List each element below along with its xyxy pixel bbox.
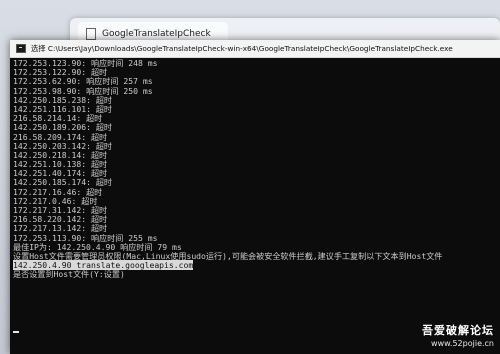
console-titlebar[interactable]: 选择 C:\Users\Jay\Downloads\GoogleTranslat… [10,40,500,58]
prompt-line: 是否设置到Host文件(Y:设置) [13,269,125,280]
console-window[interactable]: 选择 C:\Users\Jay\Downloads\GoogleTranslat… [10,40,500,354]
watermark-url: www.52pojie.cn [431,339,494,348]
document-icon [86,28,96,40]
watermark-title: 吾爱破解论坛 [422,324,494,337]
terminal-icon [16,44,26,53]
console-output[interactable]: 172.253.123.90: 响应时间 248 ms 172.253.122.9… [13,59,497,349]
browser-tab-label: GoogleTranslateIpCheck [102,29,211,39]
text-cursor [13,331,19,333]
console-title: 选择 C:\Users\Jay\Downloads\GoogleTranslat… [31,43,453,53]
watermark-logo: 吾爱破解论坛 www.52pojie.cn [422,322,494,348]
